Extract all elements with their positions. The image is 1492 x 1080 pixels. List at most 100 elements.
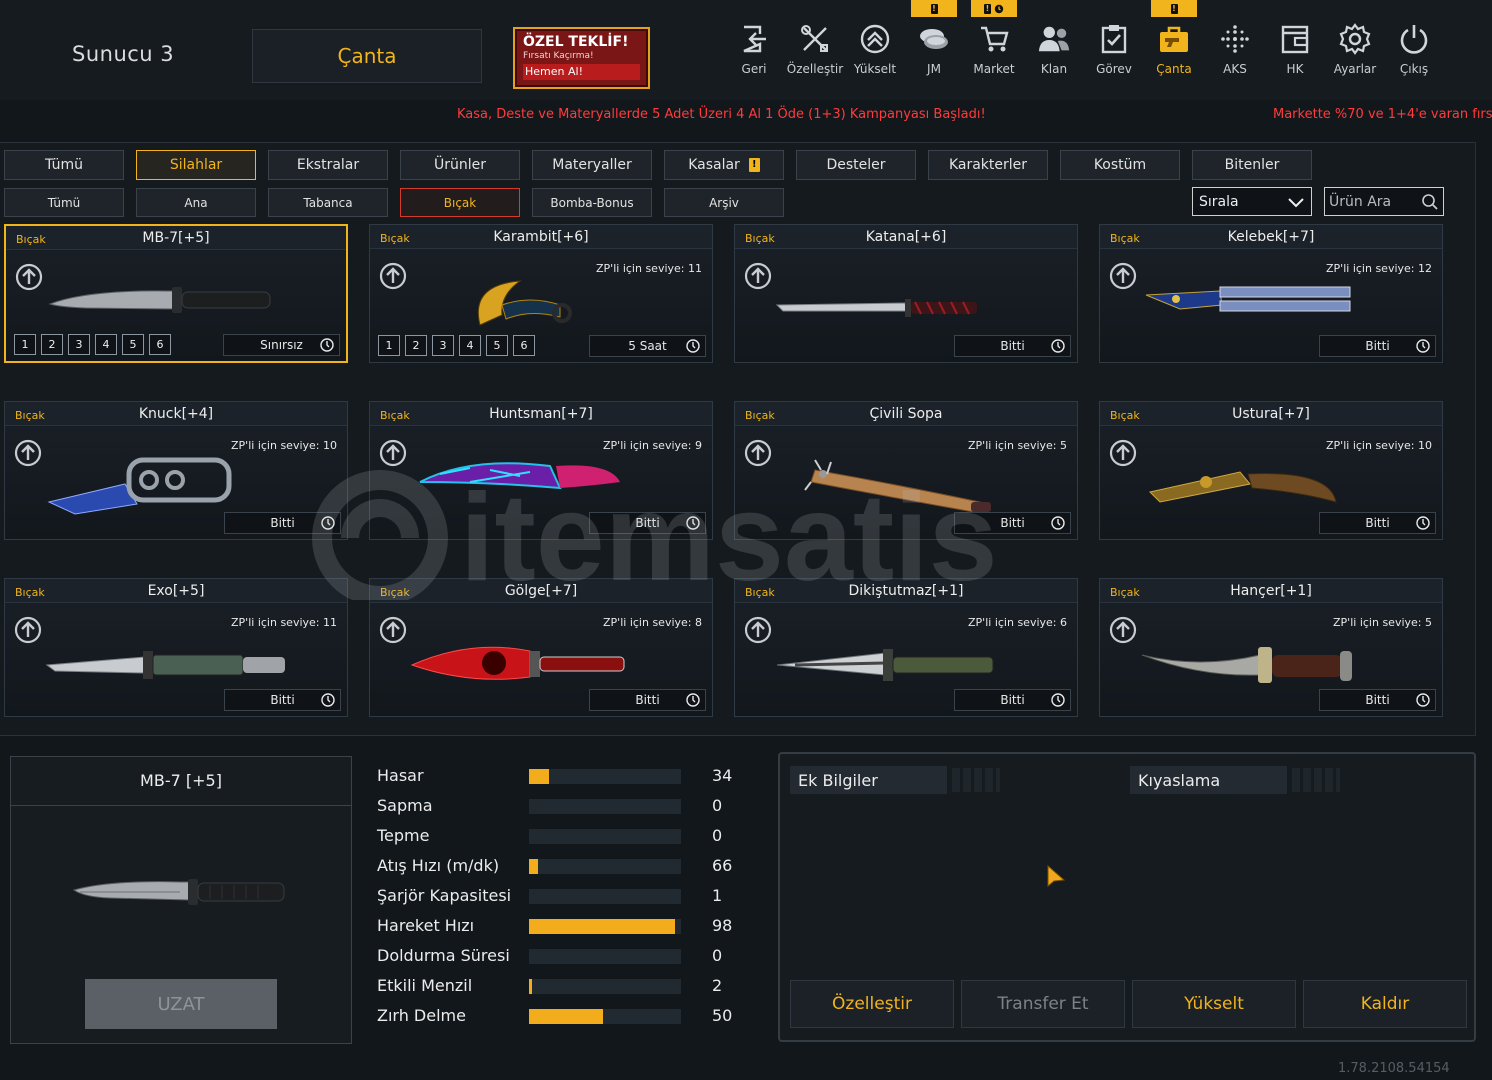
upgrade-arrow-icon[interactable] — [379, 262, 407, 290]
nav-wallet[interactable]: HK — [1265, 22, 1325, 86]
nav-mission[interactable]: Görev — [1084, 22, 1144, 86]
slot-button[interactable]: 3 — [68, 334, 90, 355]
search-input[interactable]: Ürün Ara — [1324, 187, 1444, 216]
upgrade-arrow-icon[interactable] — [1109, 262, 1137, 290]
slot-button[interactable]: 3 — [432, 335, 454, 356]
action-button-3[interactable]: Kaldır — [1303, 980, 1467, 1028]
tab-5[interactable]: Kasalar! — [664, 150, 784, 180]
search-icon[interactable] — [1421, 193, 1439, 211]
item-card[interactable]: Bıçak Gölge[+7] ZP'li için seviye: 8 Bitti — [369, 578, 713, 717]
slot-button[interactable]: 5 — [486, 335, 508, 356]
clan-icon — [1037, 22, 1071, 56]
server-name: Sunucu 3 — [72, 42, 175, 66]
nav-upgrade[interactable]: Yükselt — [845, 22, 905, 86]
item-name: Çivili Sopa — [869, 406, 943, 422]
nav-exit[interactable]: Geri — [724, 22, 784, 86]
item-card[interactable]: Bıçak Dikiştutmaz[+1] ZP'li için seviye: 6… — [734, 578, 1078, 717]
nav-label: Market — [973, 62, 1015, 76]
tab-9[interactable]: Bitenler — [1192, 150, 1312, 180]
special-offer-banner[interactable]: ÖZEL TEKLİF! Fırsatı Kaçırma! Hemen Al! — [513, 27, 650, 89]
item-card[interactable]: Bıçak Karambit[+6] ZP'li için seviye: 11 5 … — [369, 224, 713, 363]
upgrade-arrow-icon[interactable] — [1109, 616, 1137, 644]
item-card[interactable]: Bıçak Exo[+5] ZP'li için seviye: 11 Bitti — [4, 578, 348, 717]
upgrade-arrow-icon[interactable] — [14, 616, 42, 644]
slot-button[interactable]: 2 — [405, 335, 427, 356]
tab-4[interactable]: Materyaller — [532, 150, 652, 180]
slot-button[interactable]: 2 — [41, 334, 63, 355]
nav-clan[interactable]: Klan — [1024, 22, 1084, 86]
slot-button[interactable]: 4 — [459, 335, 481, 356]
tab-2[interactable]: Ekstralar — [268, 150, 388, 180]
item-card[interactable]: Bıçak Huntsman[+7] ZP'li için seviye: 9 Bit… — [369, 401, 713, 540]
item-name: Huntsman[+7] — [489, 406, 593, 422]
slot-button[interactable]: 6 — [513, 335, 535, 356]
stat-bar-fill — [529, 919, 675, 934]
subtab-label: Bıçak — [443, 195, 477, 210]
item-card[interactable]: Bıçak Ustura[+7] ZP'li için seviye: 10 Bitt… — [1099, 401, 1443, 540]
item-card[interactable]: Bıçak Hançer[+1] ZP'li için seviye: 5 Bitti — [1099, 578, 1443, 717]
duration-text: 5 Saat — [628, 339, 667, 353]
tab-6[interactable]: Desteler — [796, 150, 916, 180]
nav-label: JM — [927, 62, 941, 76]
nav-tools[interactable]: Özelleştir — [785, 22, 845, 86]
item-level-requirement: ZP'li için seviye: 8 — [603, 616, 702, 629]
subtab-1[interactable]: Ana — [136, 188, 256, 217]
item-card[interactable]: Bıçak MB-7[+5] Sınırsız 1 2 3 4 5 6 — [4, 224, 348, 363]
nav-gear[interactable]: Ayarlar — [1325, 22, 1385, 86]
upgrade-arrow-icon[interactable] — [379, 616, 407, 644]
nav-label: Ayarlar — [1333, 62, 1377, 76]
item-card[interactable]: Bıçak Kelebek[+7] ZP'li için seviye: 12 Bit… — [1099, 224, 1443, 363]
nav-cart[interactable]: Market! — [964, 0, 1024, 86]
weapon-image — [775, 275, 1045, 335]
extend-button[interactable]: UZAT — [85, 979, 277, 1029]
bag-icon — [1157, 22, 1191, 56]
tab-8[interactable]: Kostüm — [1060, 150, 1180, 180]
subtab-0[interactable]: Tümü — [4, 188, 124, 217]
item-card[interactable]: Bıçak Knuck[+4] ZP'li için seviye: 10 Bitti — [4, 401, 348, 540]
tab-0[interactable]: Tümü — [4, 150, 124, 180]
tab-label: Ürünler — [433, 157, 486, 173]
stat-label: Etkili Menzil — [377, 976, 473, 995]
action-button-2[interactable]: Yükselt — [1132, 980, 1296, 1028]
slot-button[interactable]: 6 — [149, 334, 171, 355]
action-button-1[interactable]: Transfer Et — [961, 980, 1125, 1028]
upgrade-arrow-icon[interactable] — [744, 262, 772, 290]
stat-label: Sapma — [377, 796, 433, 815]
duration-badge: Bitti — [954, 512, 1071, 534]
upgrade-arrow-icon[interactable] — [1109, 439, 1137, 467]
power-icon — [1397, 22, 1431, 56]
item-card[interactable]: Bıçak Çivili Sopa ZP'li için seviye: 5 Bitt… — [734, 401, 1078, 540]
sort-dropdown[interactable]: Sırala — [1192, 187, 1312, 216]
slot-button[interactable]: 1 — [14, 334, 36, 355]
upgrade-arrow-icon[interactable] — [379, 439, 407, 467]
cart-icon — [977, 22, 1011, 56]
stat-bar — [529, 979, 681, 994]
slot-button[interactable]: 5 — [122, 334, 144, 355]
upgrade-arrow-icon[interactable] — [14, 439, 42, 467]
subtab-3[interactable]: Bıçak — [400, 188, 520, 217]
slot-button[interactable]: 1 — [378, 335, 400, 356]
nav-bag[interactable]: Çanta! — [1144, 0, 1204, 86]
item-card[interactable]: Bıçak Katana[+6] Bitti — [734, 224, 1078, 363]
subtab-label: Ana — [184, 195, 208, 210]
nav-crosshair[interactable]: AKS — [1205, 22, 1265, 86]
stat-value: 0 — [712, 826, 723, 845]
nav-power[interactable]: Çıkış — [1384, 22, 1444, 86]
action-button-0[interactable]: Özelleştir — [790, 980, 954, 1028]
subtab-4[interactable]: Bomba-Bonus — [532, 188, 652, 217]
subtab-2[interactable]: Tabanca — [268, 188, 388, 217]
subtab-5[interactable]: Arşiv — [664, 188, 784, 217]
duration-text: Bitti — [1365, 339, 1390, 353]
slot-button[interactable]: 4 — [95, 334, 117, 355]
upgrade-arrow-icon[interactable] — [744, 616, 772, 644]
upgrade-arrow-icon[interactable] — [744, 439, 772, 467]
tab-1[interactable]: Silahlar — [136, 150, 256, 180]
nav-coins[interactable]: JM! — [904, 0, 964, 86]
bag-title-button[interactable]: Çanta — [252, 29, 482, 83]
duration-text: Bitti — [1365, 516, 1390, 530]
tab-3[interactable]: Ürünler — [400, 150, 520, 180]
weapon-image — [410, 275, 680, 335]
tab-7[interactable]: Karakterler — [928, 150, 1048, 180]
upgrade-arrow-icon[interactable] — [15, 263, 43, 291]
preview-title: MB-7 [+5] — [10, 756, 352, 806]
